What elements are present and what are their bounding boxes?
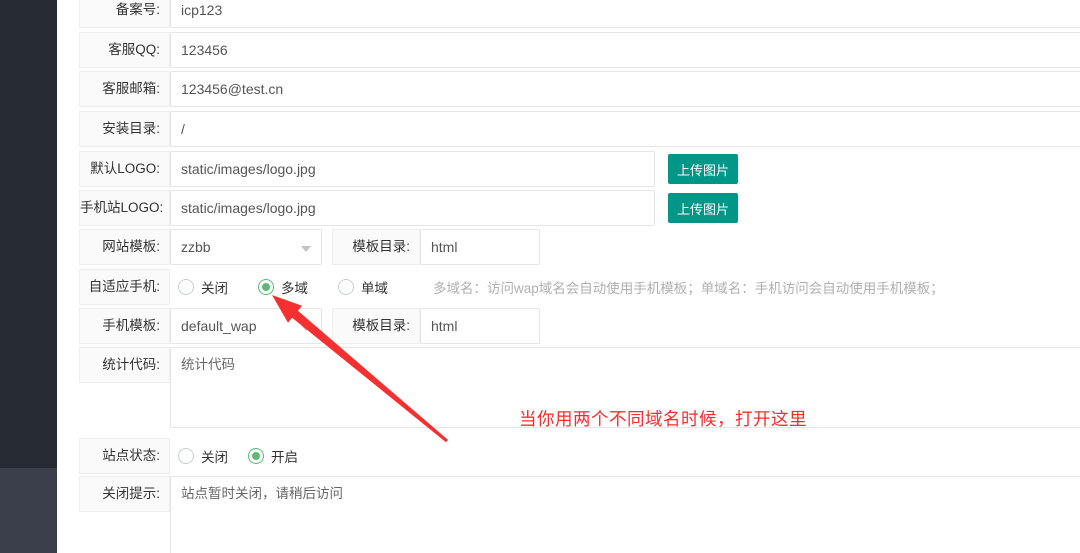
field-label: 备案号: [79,0,170,28]
radio-site-off[interactable]: 关闭 [178,446,228,466]
close-notice-textarea[interactable]: 站点暂时关闭，请稍后访问 [170,476,1080,553]
field-label: 模板目录: [332,229,420,265]
chevron-down-icon [301,246,311,252]
field-adaptive-mobile: 自适应手机: 关闭 多域 单域 多域名：访问wap域名会自动使用手机模板；单域名… [79,269,944,305]
site-template-select[interactable]: zzbb [170,229,322,265]
field-label: 网站模板: [79,229,170,265]
field-label: 客服QQ: [79,32,170,68]
field-default-logo: 默认LOGO: 上传图片 [79,151,738,187]
mobile-template-dir-input[interactable] [420,308,540,344]
field-label: 自适应手机: [79,269,170,305]
field-service-qq: 客服QQ: [79,32,1080,68]
field-label: 手机模板: [79,308,170,344]
field-service-email: 客服邮箱: [79,71,1080,107]
sidebar-section-active[interactable] [0,468,57,553]
field-label: 站点状态: [79,438,170,474]
radio-icon [178,448,194,464]
radio-checked-icon [248,448,264,464]
mobile-template-select[interactable]: default_wap [170,308,322,344]
radio-multi-domain[interactable]: 多域 [258,277,308,297]
install-dir-input[interactable] [170,111,1080,147]
selected-option: default_wap [181,318,257,334]
radio-icon [178,279,194,295]
adaptive-mobile-hint: 多域名：访问wap域名会自动使用手机模板；单域名：手机访问会自动使用手机模板； [433,277,944,297]
upload-image-button[interactable]: 上传图片 [668,154,738,184]
site-status-radios: 关闭 开启 [170,438,298,474]
field-label: 手机站LOGO: [79,190,170,226]
template-dir-input[interactable] [420,229,540,265]
field-label: 安装目录: [79,111,170,147]
icp-number-input[interactable] [170,0,1080,28]
upload-image-button[interactable]: 上传图片 [668,193,738,223]
field-label: 默认LOGO: [79,151,170,187]
field-install-dir: 安装目录: [79,111,1080,147]
radio-site-on[interactable]: 开启 [248,446,298,466]
field-label: 关闭提示: [79,476,170,512]
field-mobile-template: 手机模板: default_wap 模板目录: [79,308,540,344]
field-label: 统计代码: [79,347,170,383]
default-logo-input[interactable] [170,151,655,187]
field-icp-number: 备案号: [79,0,1080,28]
chevron-down-icon [301,325,311,331]
radio-single-domain[interactable]: 单域 [338,277,388,297]
field-label: 客服邮箱: [79,71,170,107]
field-site-status: 站点状态: 关闭 开启 [79,438,298,474]
mobile-logo-input[interactable] [170,190,655,226]
radio-icon [338,279,354,295]
sidebar [0,0,57,553]
annotation-text: 当你用两个不同域名时候，打开这里 [519,406,807,431]
service-email-input[interactable] [170,71,1080,107]
selected-option: zzbb [181,239,211,255]
settings-page: 备案号: 客服QQ: 客服邮箱: 安装目录: 默认LOGO: 上传图片 手机站L… [0,0,1080,553]
radio-checked-icon [258,279,274,295]
adaptive-mobile-radios: 关闭 多域 单域 多域名：访问wap域名会自动使用手机模板；单域名：手机访问会自… [170,269,944,305]
field-mobile-logo: 手机站LOGO: 上传图片 [79,190,738,226]
radio-close[interactable]: 关闭 [178,277,228,297]
sidebar-section-top[interactable] [0,0,57,468]
service-qq-input[interactable] [170,32,1080,68]
field-site-template: 网站模板: zzbb 模板目录: [79,229,540,265]
field-close-notice: 关闭提示: 站点暂时关闭，请稍后访问 [79,476,1080,553]
field-label: 模板目录: [332,308,420,344]
